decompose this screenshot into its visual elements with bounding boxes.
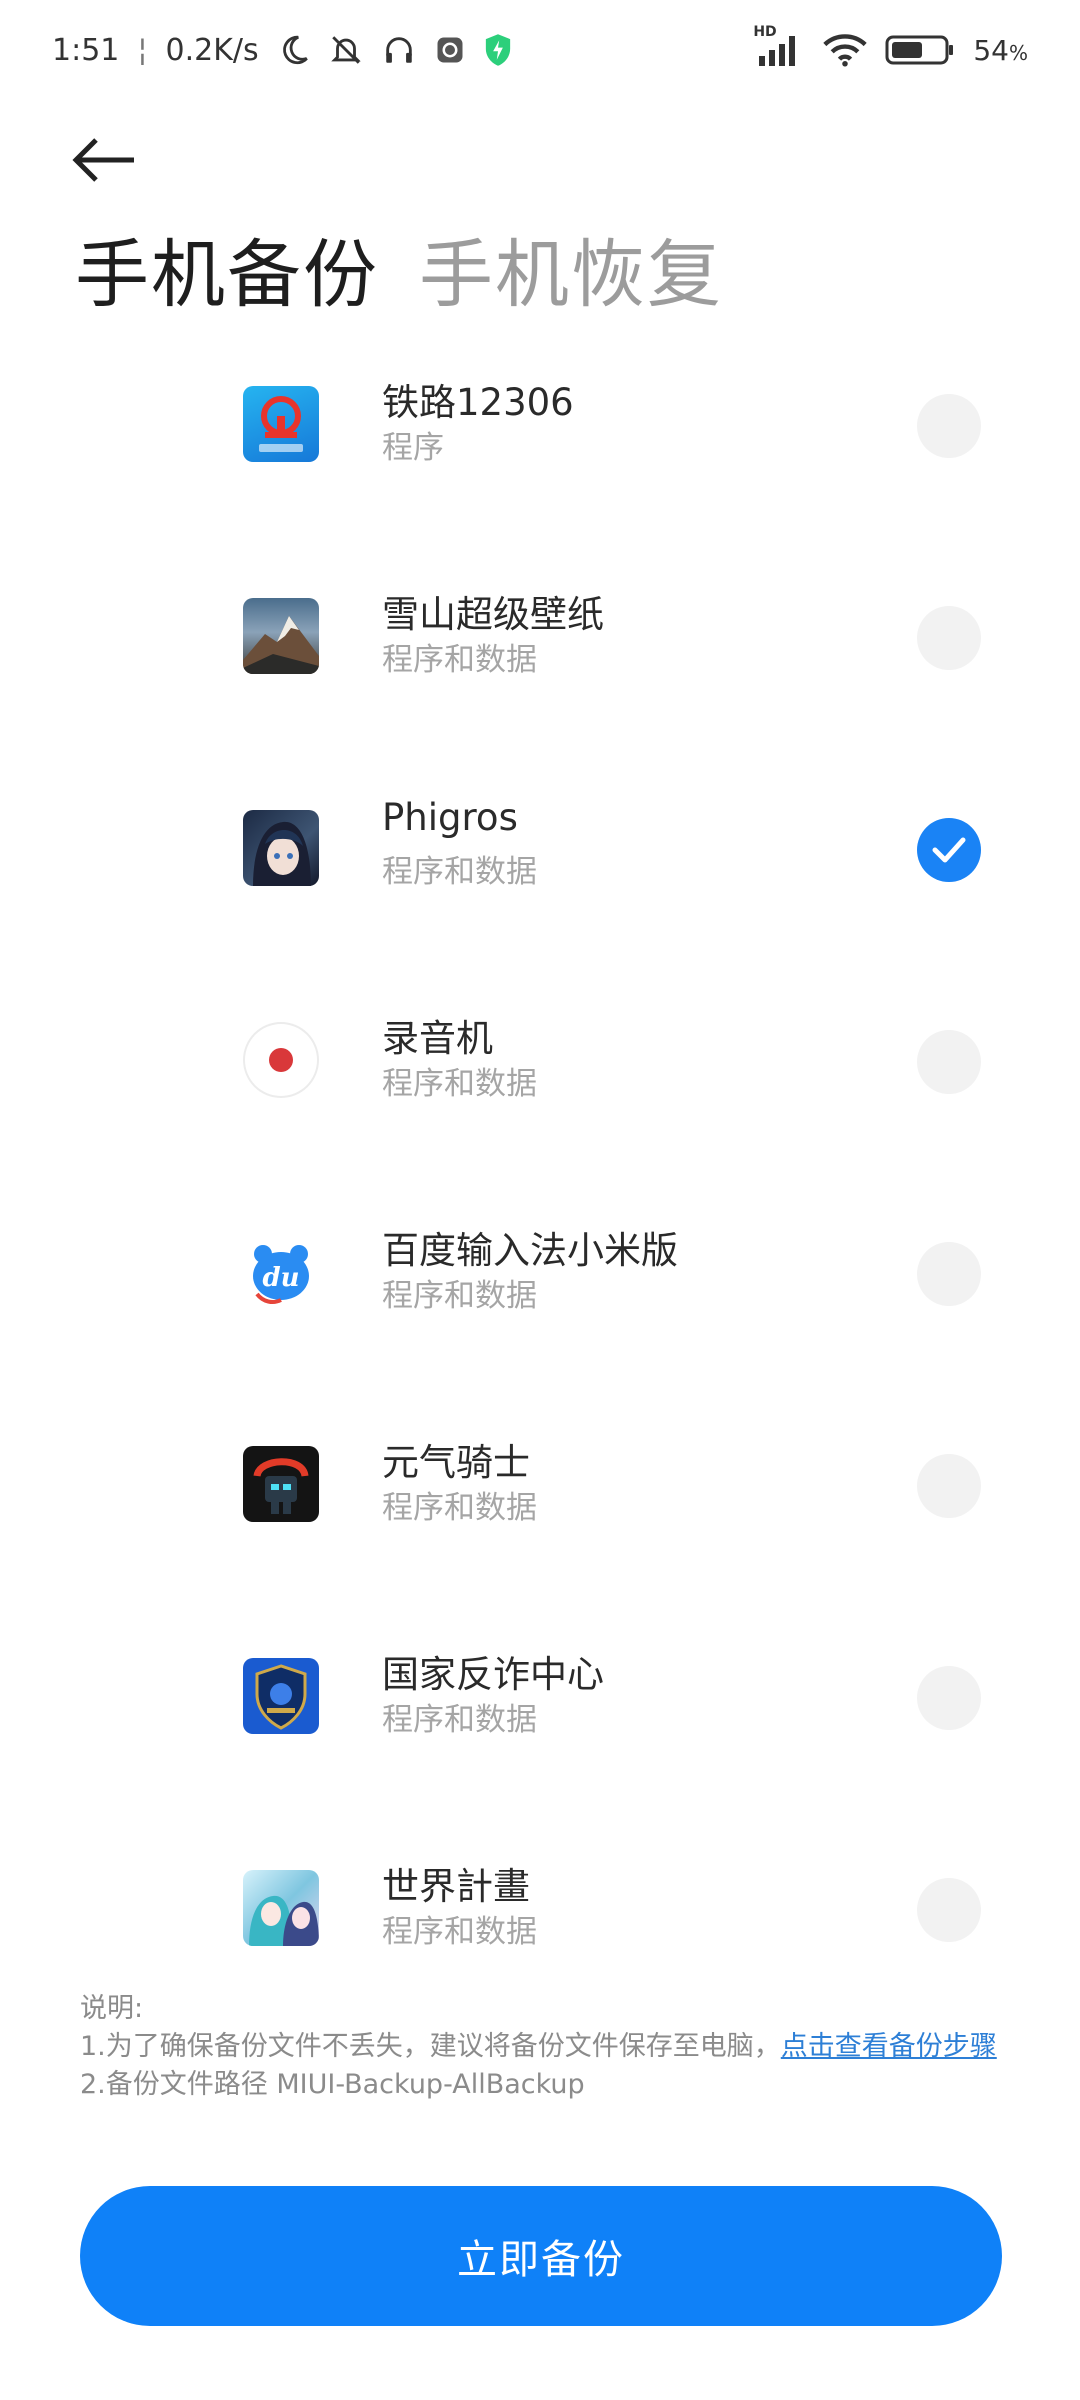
status-bar: 1:51 ¦ 0.2K/s HD 54%: [0, 0, 1080, 100]
anti-fraud-icon: [243, 1658, 319, 1734]
tab-restore[interactable]: 手机恢复: [419, 230, 723, 320]
list-item[interactable]: Phigros 程序和数据: [0, 774, 1080, 924]
hd-label: HD: [753, 24, 777, 40]
baidu-input-icon: du: [243, 1234, 319, 1310]
tabs: 手机备份 手机恢复: [75, 230, 723, 320]
select-checkbox-checked[interactable]: [917, 818, 981, 882]
select-checkbox[interactable]: [917, 1030, 981, 1094]
select-checkbox[interactable]: [917, 1242, 981, 1306]
list-item[interactable]: 元气骑士 程序和数据: [0, 1410, 1080, 1560]
app-subtitle: 程序和数据: [382, 642, 537, 678]
recorder-icon: [243, 1022, 319, 1098]
select-checkbox[interactable]: [917, 1454, 981, 1518]
bell-off-icon: [329, 33, 363, 67]
project-sekai-icon: [243, 1870, 319, 1946]
app-subtitle: 程序和数据: [382, 1490, 537, 1526]
app-name: 录音机: [382, 1017, 493, 1060]
rail-12306-icon: [243, 386, 319, 462]
app-name: 百度输入法小米版: [382, 1229, 678, 1272]
phigros-icon: [243, 810, 319, 886]
select-checkbox[interactable]: [917, 394, 981, 458]
app-subtitle: 程序: [382, 430, 444, 466]
back-arrow-icon: [72, 138, 134, 182]
soul-knight-icon: [243, 1446, 319, 1522]
battery-icon: [885, 33, 955, 67]
security-shield-icon: [483, 33, 513, 67]
list-item[interactable]: 雪山超级壁纸 程序和数据: [0, 562, 1080, 712]
snow-mountain-wallpaper-icon: [243, 598, 319, 674]
list-item[interactable]: 铁路12306 程序: [0, 350, 1080, 500]
status-right: HD 54%: [753, 24, 1028, 68]
app-name: 元气骑士: [382, 1441, 530, 1484]
status-left: 1:51 ¦ 0.2K/s: [52, 33, 513, 68]
backup-now-button[interactable]: 立即备份: [80, 2186, 1002, 2326]
app-subtitle: 程序和数据: [382, 854, 537, 890]
headphone-icon: [381, 33, 417, 67]
view-backup-steps-link[interactable]: 点击查看备份步骤: [781, 2031, 997, 2062]
app-subtitle: 程序和数据: [382, 1702, 537, 1738]
select-checkbox[interactable]: [917, 606, 981, 670]
notes-title: 说明:: [80, 1993, 144, 2024]
backup-screen: 1:51 ¦ 0.2K/s HD 54% 手机备份 手机恢复 铁路12306 程…: [0, 0, 1080, 2400]
back-button[interactable]: [70, 125, 150, 195]
list-item[interactable]: 世界計畫 程序和数据: [0, 1834, 1080, 1984]
select-checkbox[interactable]: [917, 1878, 981, 1942]
select-checkbox[interactable]: [917, 1666, 981, 1730]
battery-percent: 54%: [973, 33, 1028, 67]
app-name: 雪山超级壁纸: [382, 593, 604, 636]
backup-notes: 说明: 1.为了确保备份文件不丢失，建议将备份文件保存至电脑，点击查看备份步骤 …: [80, 1990, 1010, 2104]
checkmark-icon: [932, 837, 966, 863]
status-time: 1:51: [52, 32, 120, 68]
app-subtitle: 程序和数据: [382, 1278, 537, 1314]
wifi-icon: [823, 33, 868, 67]
app-name: 世界計畫: [382, 1865, 530, 1908]
tab-backup[interactable]: 手机备份: [75, 230, 379, 320]
app-name: Phigros: [382, 796, 518, 839]
app-subtitle: 程序和数据: [382, 1914, 537, 1950]
status-speed: 0.2K/s: [165, 32, 259, 68]
svg-text:du: du: [262, 1263, 299, 1293]
notes-line-1: 1.为了确保备份文件不丢失，建议将备份文件保存至电脑，点击查看备份步骤: [80, 2031, 997, 2062]
app-notification-icon: [435, 35, 465, 65]
status-divider: ¦: [137, 32, 148, 68]
app-subtitle: 程序和数据: [382, 1066, 537, 1102]
app-name: 铁路12306: [382, 381, 574, 424]
notes-line-2: 2.备份文件路径 MIUI-Backup-AllBackup: [80, 2069, 585, 2100]
list-item[interactable]: 国家反诈中心 程序和数据: [0, 1622, 1080, 1772]
signal-hd-icon: HD: [753, 24, 805, 68]
list-item[interactable]: 录音机 程序和数据: [0, 986, 1080, 1136]
app-name: 国家反诈中心: [382, 1653, 604, 1696]
list-item[interactable]: du 百度输入法小米版 程序和数据: [0, 1198, 1080, 1348]
moon-icon: [277, 33, 311, 67]
